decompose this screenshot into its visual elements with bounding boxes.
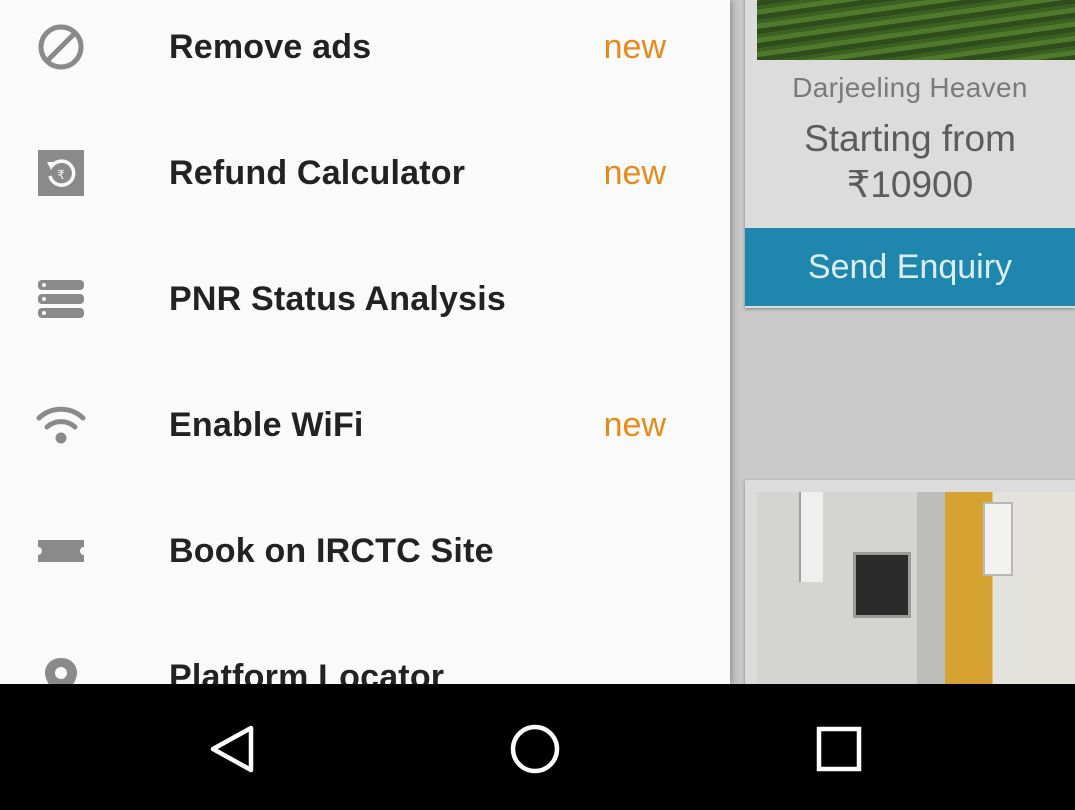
menu-item-book-irctc[interactable]: Book on IRCTC Site	[0, 488, 730, 614]
menu-item-refund-calculator[interactable]: ₹ Refund Calculator new	[0, 110, 730, 236]
menu-item-enable-wifi[interactable]: Enable WiFi new	[0, 362, 730, 488]
package-card[interactable]: Darjeeling Heaven Starting from ₹10900 S…	[745, 0, 1075, 308]
home-icon[interactable]	[508, 722, 562, 776]
menu-item-label: Enable WiFi	[169, 405, 364, 444]
back-icon[interactable]	[205, 722, 259, 776]
recents-icon[interactable]	[812, 722, 866, 776]
wifi-icon	[36, 400, 86, 450]
send-enquiry-button[interactable]: Send Enquiry	[745, 228, 1075, 306]
menu-item-label: Book on IRCTC Site	[169, 531, 494, 570]
refund-clock-icon: ₹	[36, 148, 86, 198]
menu-item-remove-ads[interactable]: Remove ads new	[0, 0, 730, 110]
package-title: Darjeeling Heaven	[792, 72, 1028, 103]
location-pin-icon	[36, 652, 86, 684]
tea-garden-image	[757, 0, 1075, 60]
price-amount: ₹10900	[846, 164, 974, 205]
frame-shape	[983, 502, 1013, 576]
menu-item-label: PNR Status Analysis	[169, 279, 506, 318]
door-shape	[917, 492, 945, 684]
price-prefix: Starting from	[804, 118, 1016, 159]
system-nav-bar	[0, 684, 1075, 810]
navigation-drawer: Remove ads new ₹ Refund Calculator new P…	[0, 0, 730, 684]
new-badge: new	[603, 27, 666, 66]
ticket-icon	[36, 526, 86, 576]
menu-item-label: Remove ads	[169, 27, 372, 66]
room-image	[757, 492, 1075, 684]
svg-text:₹: ₹	[57, 168, 65, 182]
menu-item-label: Platform Locator	[169, 657, 445, 685]
menu-item-label: Refund Calculator	[169, 153, 466, 192]
stack-list-icon	[36, 274, 86, 324]
towel-shape	[799, 492, 823, 582]
package-card-2[interactable]	[745, 480, 1075, 684]
menu-item-pnr-status-analysis[interactable]: PNR Status Analysis	[0, 236, 730, 362]
block-icon	[36, 22, 86, 72]
package-price: Starting from ₹10900	[745, 116, 1075, 208]
window-shape	[853, 552, 911, 618]
background-content: Darjeeling Heaven Starting from ₹10900 S…	[730, 0, 1075, 684]
new-badge: new	[603, 405, 666, 444]
new-badge: new	[603, 153, 666, 192]
menu-item-platform-locator[interactable]: Platform Locator	[0, 614, 730, 684]
